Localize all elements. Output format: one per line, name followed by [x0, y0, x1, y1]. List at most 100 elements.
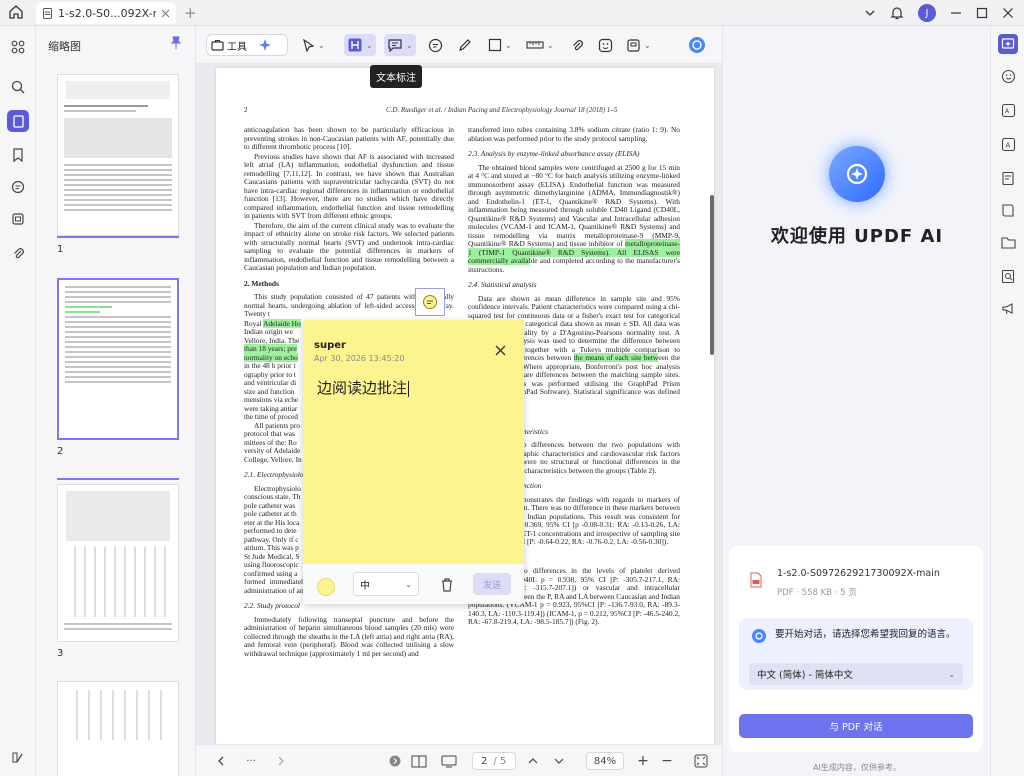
- page-thumbnail-4[interactable]: [57, 681, 179, 776]
- new-tab-button[interactable]: +: [184, 4, 197, 22]
- chat-with-pdf-button[interactable]: 与 PDF 对话: [739, 714, 973, 738]
- sticky-note-marker-icon: [423, 295, 437, 309]
- fit-page-icon[interactable]: [692, 752, 710, 770]
- presentation-icon[interactable]: [440, 752, 458, 770]
- shape-tool[interactable]: ⌄: [488, 34, 512, 56]
- ai-file-card: 1-s2.0-S097262921730092X-main PDF · 558 …: [729, 546, 983, 752]
- ai-sparkle-icon[interactable]: [258, 38, 272, 52]
- pencil-tool[interactable]: [458, 34, 472, 56]
- select-tool[interactable]: ⌄: [302, 34, 325, 56]
- highlight-tool[interactable]: ⌄: [344, 34, 376, 56]
- paragraph: Previous studies have shown that AF is a…: [244, 151, 454, 220]
- ai-language-question: 要开始对话，请选择您希望我回复的语言。: [775, 629, 956, 640]
- page-header-number: 2: [244, 106, 248, 114]
- chevron-left-icon[interactable]: [212, 752, 230, 770]
- rectangle-icon: [488, 38, 502, 52]
- font-size-value: 中: [360, 580, 370, 592]
- close-tab-icon[interactable]: [161, 9, 170, 18]
- document-tab-icon: [42, 7, 53, 19]
- sticker-tool[interactable]: [598, 34, 613, 56]
- paragraph: transferred into tubes containing 3.8% s…: [468, 125, 680, 143]
- minimize-icon[interactable]: [950, 7, 962, 19]
- measure-tool[interactable]: ⌄: [526, 34, 554, 56]
- emoji-icon[interactable]: [998, 66, 1018, 86]
- maximize-icon[interactable]: [976, 7, 988, 19]
- ai-chat-panel-icon[interactable]: [998, 34, 1018, 54]
- attachment-icon[interactable]: [7, 242, 29, 264]
- note-timestamp: Apr 30, 2026 13:45:20: [314, 354, 405, 363]
- tools-button[interactable]: 工具: [206, 34, 288, 56]
- apps-grid-icon[interactable]: [7, 36, 29, 58]
- search-document-icon[interactable]: [998, 266, 1018, 286]
- ai-file-meta: PDF · 558 KB · 5 页: [777, 588, 857, 598]
- page-header-citation: C.D. Ruediger et al. / Indian Pacing and…: [386, 106, 618, 114]
- vertical-scrollbar[interactable]: [710, 195, 714, 355]
- thumbnail-label-2: 2: [57, 446, 64, 457]
- avatar[interactable]: J: [918, 4, 936, 22]
- zoom-field[interactable]: 84%: [586, 752, 624, 770]
- paragraph: Therefore, the aim of the current clinic…: [244, 220, 454, 272]
- language-value: 中文 (简体) - 简体中文: [757, 670, 853, 681]
- more-icon[interactable]: ···: [242, 752, 260, 770]
- stamp-icon: [626, 38, 641, 53]
- zoom-in-button[interactable]: +: [636, 752, 650, 770]
- bell-icon[interactable]: [890, 6, 904, 20]
- stamp-tool[interactable]: ⌄: [626, 34, 651, 56]
- close-window-icon[interactable]: [1002, 7, 1014, 19]
- bookmark-icon[interactable]: [7, 144, 29, 166]
- ai-assistant-button[interactable]: [688, 34, 706, 56]
- theme-icon[interactable]: [7, 746, 29, 768]
- close-icon[interactable]: [495, 345, 506, 356]
- note-footer: 中 ⌄ 发送: [303, 564, 524, 604]
- chevron-down-icon: ⌄: [644, 40, 651, 50]
- highlight-icon: [347, 37, 363, 53]
- layers-icon[interactable]: [7, 208, 29, 230]
- note-text-input[interactable]: 边阅读边批注: [317, 377, 410, 398]
- cursor-icon: [302, 38, 315, 52]
- comments-icon[interactable]: [7, 176, 29, 198]
- total-pages: / 5: [493, 755, 507, 767]
- send-button[interactable]: 发送: [473, 573, 511, 595]
- language-select[interactable]: 中文 (简体) - 简体中文 ⌄: [749, 663, 963, 685]
- thumbnails-icon[interactable]: [7, 110, 29, 132]
- search-icon[interactable]: [7, 76, 29, 98]
- chevron-down-icon: ⌄: [505, 40, 512, 50]
- ai-logo-icon: [688, 36, 706, 54]
- thumbnail-panel-title: 缩略图: [48, 40, 81, 53]
- pin-icon[interactable]: [170, 36, 182, 50]
- megaphone-icon[interactable]: [998, 298, 1018, 318]
- note-color-swatch[interactable]: [317, 578, 335, 596]
- text-comment-tool[interactable]: ⌄: [384, 34, 416, 56]
- chevron-down-icon[interactable]: [552, 752, 566, 770]
- collapse-icon[interactable]: [388, 752, 402, 770]
- home-icon[interactable]: [8, 4, 24, 20]
- trash-icon[interactable]: [440, 577, 454, 592]
- form-icon[interactable]: [998, 168, 1018, 188]
- sticky-note-tool[interactable]: [428, 34, 443, 56]
- text-recognition-icon[interactable]: A: [998, 134, 1018, 154]
- page-thumbnail-1[interactable]: [57, 74, 179, 236]
- subsection-heading: 2.3. Analysis by enzyme-linked absorbanc…: [468, 149, 640, 158]
- sticker-icon: [598, 38, 613, 53]
- zoom-out-button[interactable]: −: [660, 752, 674, 770]
- left-tool-rail: [0, 26, 36, 776]
- dropdown-icon[interactable]: [864, 7, 876, 19]
- sticky-note-icon: [428, 38, 443, 53]
- chevron-up-icon[interactable]: [526, 752, 540, 770]
- sticky-note-popup: super Apr 30, 2026 13:45:20 边阅读边批注 中 ⌄ 发送: [303, 320, 524, 604]
- document-tab-title: 1-s2.0-S0...092X-main: [58, 6, 156, 20]
- sticky-note-body[interactable]: super Apr 30, 2026 13:45:20 边阅读边批注: [303, 320, 524, 564]
- two-page-view-icon[interactable]: [410, 752, 428, 770]
- document-tab[interactable]: 1-s2.0-S0...092X-main: [36, 2, 176, 24]
- translate-icon[interactable]: A: [998, 100, 1018, 120]
- font-size-select[interactable]: 中 ⌄: [353, 572, 419, 596]
- page-thumbnail-3[interactable]: [57, 484, 179, 642]
- attach-tool[interactable]: [570, 34, 584, 56]
- folder-icon[interactable]: [998, 232, 1018, 252]
- page-number-field[interactable]: 2 / 5: [472, 752, 516, 770]
- chevron-right-icon[interactable]: [272, 752, 290, 770]
- sticky-note-marker[interactable]: [415, 288, 445, 316]
- chevron-down-icon: ⌄: [948, 669, 955, 679]
- page-thumbnail-2[interactable]: [57, 278, 179, 440]
- book-icon[interactable]: [998, 200, 1018, 220]
